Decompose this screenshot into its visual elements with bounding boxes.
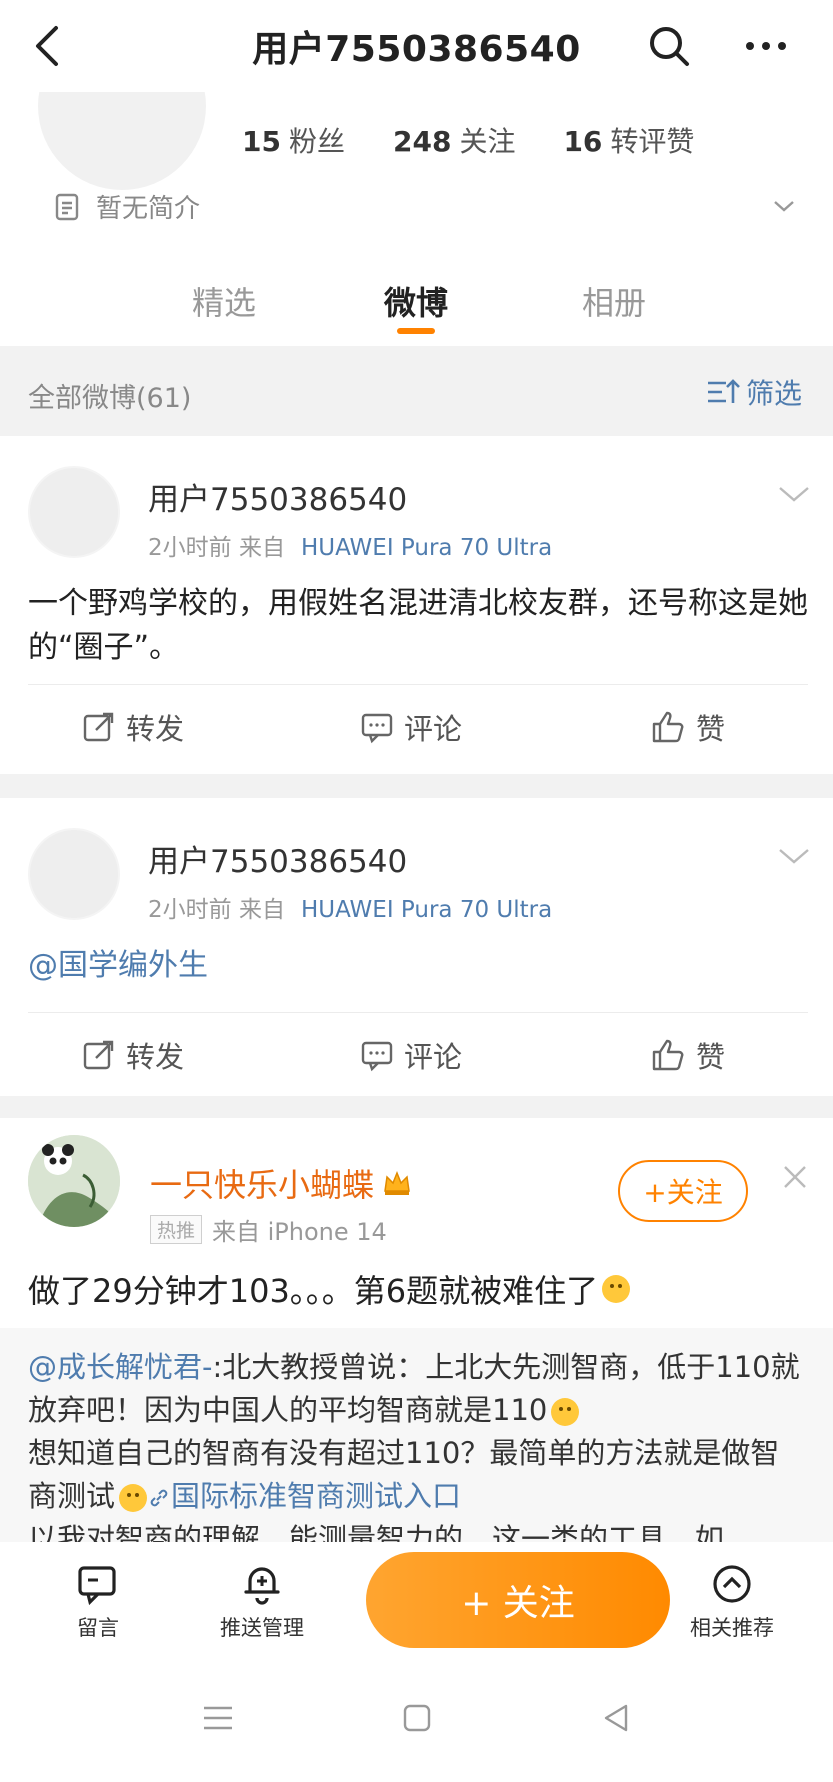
repost-mention-link[interactable]: @成长解忧君- xyxy=(28,1350,212,1384)
laugh-cry-emoji-icon xyxy=(119,1484,148,1512)
chevron-down-icon[interactable] xyxy=(770,192,798,220)
post-content: 一个野鸡学校的，用假姓名混进清北校友群，还号称这是她的“圈子”。 xyxy=(28,586,808,665)
reposted-content[interactable]: @成长解忧君-:北大教授曾说：上北大先测智商，低于110就放弃吧！因为中国人的平… xyxy=(0,1328,833,1570)
link-icon xyxy=(150,1489,168,1507)
stat-following[interactable]: 248 关注 xyxy=(393,120,515,160)
post-count: 全部微博(61) xyxy=(28,383,192,414)
avatar[interactable] xyxy=(28,828,120,920)
more-options-icon[interactable] xyxy=(738,22,794,70)
bottom-action-bar: 留言 推送管理 + 关注 相关推荐 xyxy=(0,1542,833,1662)
post-card[interactable]: 用户7550386540 2小时前 来自 HUAWEI Pura 70 Ultra… xyxy=(0,798,833,1096)
post-username[interactable]: 用户7550386540 xyxy=(148,474,407,519)
laugh-cry-emoji-icon xyxy=(602,1275,631,1303)
comment-button[interactable]: 评论 xyxy=(360,706,462,748)
comment-button[interactable]: 评论 xyxy=(360,1034,462,1076)
repost-icon xyxy=(83,1040,114,1070)
follow-main-button[interactable]: + 关注 xyxy=(366,1552,670,1648)
avatar[interactable] xyxy=(28,466,120,558)
post-username[interactable]: 用户7550386540 xyxy=(148,836,407,881)
recommended-content: 做了29分钟才103。。。第6题就被难住了 xyxy=(28,1266,631,1312)
comment-icon xyxy=(361,1041,393,1072)
stat-interactions[interactable]: 16 转评赞 xyxy=(563,120,694,160)
smile-emoji-icon xyxy=(551,1398,580,1426)
profile-bio[interactable]: 暂无简介 xyxy=(52,188,200,225)
tab-album[interactable]: 相册 xyxy=(582,278,646,324)
profile-stats: 15 粉丝 248 关注 16 转评赞 xyxy=(242,120,694,160)
message-button[interactable]: 留言 xyxy=(76,1562,120,1642)
thumbs-up-icon xyxy=(652,1039,684,1071)
tab-weibo[interactable]: 微博 xyxy=(384,278,448,324)
filter-button[interactable]: 筛选 xyxy=(706,372,802,412)
repost-button[interactable]: 转发 xyxy=(82,706,184,748)
post-actions: 转发 评论 赞 xyxy=(0,1034,833,1094)
profile-header: 15 粉丝 248 关注 16 转评赞 暂无简介 精选 微博 相册 xyxy=(0,22,833,346)
active-tab-indicator xyxy=(397,328,435,334)
chevron-down-icon[interactable] xyxy=(776,844,812,868)
bell-icon xyxy=(244,1567,280,1605)
post-meta: 2小时前 来自 HUAWEI Pura 70 Ultra xyxy=(148,535,553,561)
repost-icon xyxy=(83,712,114,742)
card-separator xyxy=(0,1096,833,1118)
system-navigation-bar xyxy=(0,1662,833,1782)
close-icon[interactable] xyxy=(780,1162,810,1192)
chevron-up-circle-icon xyxy=(713,1565,751,1603)
card-separator xyxy=(0,774,833,798)
bio-text: 暂无简介 xyxy=(96,194,201,224)
like-button[interactable]: 赞 xyxy=(650,1034,725,1076)
avatar[interactable] xyxy=(28,1135,120,1227)
page-title: 用户7550386540 xyxy=(252,29,581,70)
crown-badge-icon xyxy=(384,1170,410,1195)
reposted-text: @成长解忧君-:北大教授曾说：上北大先测智商，低于110就放弃吧！因为中国人的平… xyxy=(28,1350,800,1556)
top-bar: 用户7550386540 xyxy=(0,0,833,92)
document-icon xyxy=(55,193,79,220)
divider xyxy=(28,684,808,685)
back-arrow-icon[interactable] xyxy=(26,22,66,70)
comment-icon xyxy=(361,713,393,744)
thumbs-up-icon xyxy=(652,711,684,743)
stat-fans[interactable]: 15 粉丝 xyxy=(242,120,345,160)
back-icon[interactable] xyxy=(596,1698,636,1738)
recommended-meta: 热推 来自 iPhone 14 xyxy=(150,1212,387,1247)
push-settings-button[interactable]: 推送管理 xyxy=(220,1562,304,1642)
menu-icon[interactable] xyxy=(198,1698,238,1738)
related-recommendations-button[interactable]: 相关推荐 xyxy=(690,1562,774,1642)
like-button[interactable]: 赞 xyxy=(650,706,725,748)
post-card[interactable]: 用户7550386540 2小时前 来自 HUAWEI Pura 70 Ultra… xyxy=(0,436,833,774)
recommended-username[interactable]: 一只快乐小蝴蝶 xyxy=(150,1160,412,1206)
chevron-down-icon[interactable] xyxy=(776,482,812,506)
message-icon xyxy=(78,1566,116,1606)
post-actions: 转发 评论 赞 xyxy=(0,706,833,766)
post-meta: 2小时前 来自 HUAWEI Pura 70 Ultra xyxy=(148,897,553,923)
profile-tabs: 精选 微博 相册 xyxy=(0,268,833,346)
iq-test-link[interactable]: 国际标准智商测试入口 xyxy=(147,1479,461,1513)
divider xyxy=(28,1012,808,1013)
follow-button[interactable]: +关注 xyxy=(618,1160,748,1222)
home-icon[interactable] xyxy=(397,1698,437,1738)
repost-button[interactable]: 转发 xyxy=(82,1034,184,1076)
search-icon[interactable] xyxy=(645,22,693,70)
filter-icon xyxy=(708,379,740,403)
post-mention-link[interactable]: @国学编外生 xyxy=(28,944,808,988)
filter-bar: 全部微博(61) 筛选 xyxy=(0,346,833,436)
tab-featured[interactable]: 精选 xyxy=(192,278,256,324)
hot-tag: 热推 xyxy=(150,1215,203,1244)
